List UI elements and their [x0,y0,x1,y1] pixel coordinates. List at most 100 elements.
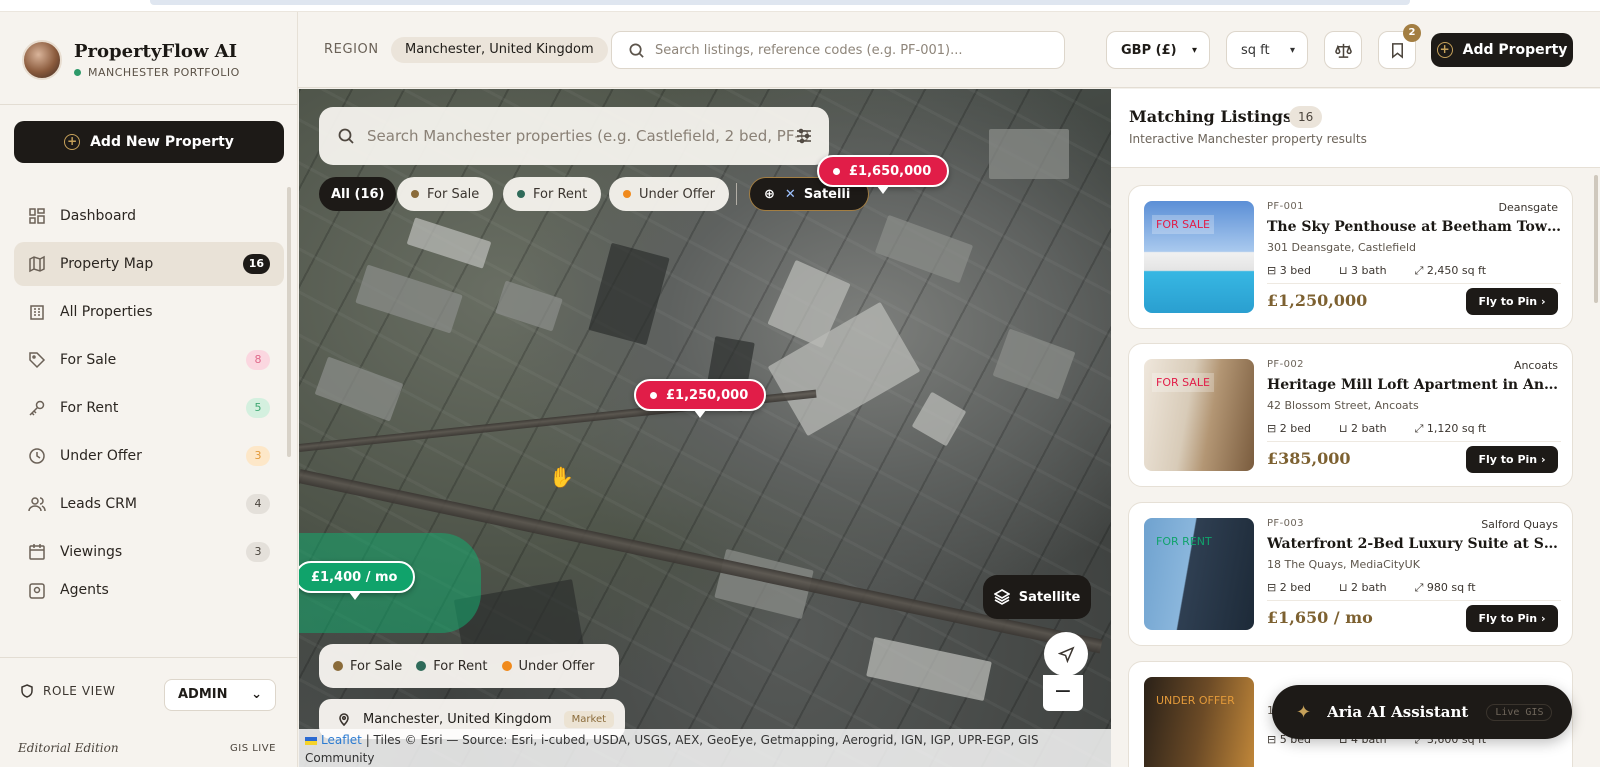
filter-sliders-icon[interactable] [795,127,813,145]
rent-dot-icon [517,190,525,198]
listing-address: 42 Blossom Street, Ancoats [1267,399,1419,412]
status-tag: FOR SALE [1152,215,1214,234]
sidebar-item-for-sale[interactable]: For Sale 8 [14,338,284,382]
map-pin-price[interactable]: £1,650,000 [817,155,950,194]
add-property-button[interactable]: + Add Property [1431,33,1573,67]
locate-me-button[interactable] [1044,632,1088,676]
map-icon [28,255,46,273]
filter-chip-all[interactable]: All (16) [319,177,397,211]
listing-photo: FOR SALE [1144,201,1254,313]
map-building [406,217,492,269]
map-pin-price[interactable]: £1,250,000 [634,379,767,418]
listing-address: 18 The Quays, MediaCityUK [1267,558,1420,571]
nav-badge: 4 [246,494,270,514]
sidebar-item-dashboard[interactable]: Dashboard [14,194,284,238]
listing-ref: PF-001 [1267,201,1304,212]
sidebar-item-property-map[interactable]: Property Map 16 [14,242,284,286]
sparkle-icon: ✦ [1296,701,1312,723]
satellite-icon: ✕ [784,186,796,202]
bed-icon: ⊟ 2 bed [1267,422,1311,435]
listing-search-input[interactable]: Search listings, reference codes (e.g. P… [611,31,1065,69]
status-dot-icon [74,69,81,76]
filter-chip-under-offer[interactable]: Under Offer [609,177,730,211]
map-building [874,214,974,284]
layers-icon [993,589,1010,605]
listing-title: The Sky Penthouse at Beetham Tower [1267,219,1563,235]
sale-dot-icon [333,661,343,671]
zoom-out-button[interactable]: − [1043,675,1083,711]
map-building [355,264,463,334]
gis-status: GIS LIVE [230,743,276,754]
compare-button[interactable] [1324,31,1362,69]
listing-card[interactable]: FOR SALE PF-001 Deansgate The Sky Pentho… [1128,185,1573,329]
search-icon [338,128,354,144]
offer-dot-icon [501,661,512,671]
saved-button[interactable]: 2 [1378,24,1421,69]
sidebar-item-leads-crm[interactable]: Leads CRM 4 [14,482,284,526]
status-tag: FOR SALE [1152,373,1214,392]
size-icon: ⤢ 980 sq ft [1414,581,1476,594]
filter-chip-for-rent[interactable]: For Rent [503,177,602,211]
leaflet-link[interactable]: Leaflet [321,733,362,747]
nav-badge: 3 [246,542,270,562]
offer-dot-icon [623,190,631,198]
brand-name: PropertyFlow AI [74,41,238,62]
sidebar-nav: Dashboard Property Map 16 All Properties… [14,194,284,604]
listings-header: Matching Listings 16 Interactive Manches… [1111,89,1600,168]
sidebar-item-agents[interactable]: Agents [14,578,284,600]
chevron-down-icon: ⌄ [251,687,262,702]
listing-price: £385,000 [1267,449,1351,468]
fly-to-pin-button[interactable]: Fly to Pin › [1466,288,1558,315]
clock-icon [28,447,46,465]
filter-chip-for-sale[interactable]: For Sale [397,177,494,211]
bath-icon: ⊔ 2 bath [1338,581,1387,594]
currency-select[interactable]: GBP (£) ▾ [1106,31,1210,69]
hand-cursor-icon: ✋ [549,465,574,489]
map-attribution: Leaflet | Tiles © Esri — Source: Esri, i… [299,729,1111,767]
status-tag: FOR RENT [1156,535,1212,548]
navigation-arrow-icon [1057,645,1075,663]
bed-icon: ⊟ 2 bed [1267,581,1311,594]
map-pin-price[interactable]: £1,400 / mo [299,561,416,600]
bath-icon: ⊔ 2 bath [1338,422,1387,435]
sidebar-scrollbar[interactable] [287,187,291,457]
role-view-label: ROLE VIEW [20,684,115,698]
unit-select[interactable]: sq ft ▾ [1226,31,1308,69]
role-select[interactable]: ADMIN ⌄ [164,679,276,711]
listings-scrollbar[interactable] [1594,175,1598,303]
divider [736,183,737,205]
sidebar-item-under-offer[interactable]: Under Offer 3 [14,434,284,478]
listings-subtitle: Interactive Manchester property results [1129,132,1367,146]
bed-icon: ⊟ 3 bed [1267,264,1311,277]
property-map[interactable]: Search Manchester properties (e.g. Castl… [299,89,1111,767]
listing-title: Heritage Mill Loft Apartment in Ancoats [1267,377,1563,393]
add-new-property-button[interactable]: + Add New Property [14,121,284,163]
calendar-icon [28,543,46,561]
sidebar-item-for-rent[interactable]: For Rent 5 [14,386,284,430]
region-label: REGION [324,42,379,57]
layer-toggle-button[interactable]: Satellite [983,575,1091,619]
sidebar-item-viewings[interactable]: Viewings 3 [14,530,284,574]
divider [1267,600,1561,601]
ai-assistant-button[interactable]: ✦ Aria AI Assistant Live GIS [1272,685,1572,739]
users-icon [28,495,46,513]
globe-icon: ⊕ [764,186,775,202]
plus-circle-icon: + [1436,42,1453,58]
listing-photo: FOR RENT [1144,518,1254,630]
listing-price: £1,650 / mo [1267,608,1373,627]
sidebar: PropertyFlow AI MANCHESTER PORTFOLIO + A… [0,12,298,767]
map-legend: For Sale For Rent Under Offer [319,644,619,688]
sidebar-item-all-properties[interactable]: All Properties [14,290,284,334]
map-search-input[interactable]: Search Manchester properties (e.g. Castl… [319,107,829,165]
divider [0,104,298,105]
brand[interactable]: PropertyFlow AI MANCHESTER PORTFOLIO [22,40,240,80]
bath-icon: ⊔ 3 bath [1338,264,1387,277]
listing-card[interactable]: FOR SALE PF-002 Ancoats Heritage Mill Lo… [1128,343,1573,487]
listing-card[interactable]: FOR RENT PF-003 Salford Quays Waterfront… [1128,502,1573,646]
listing-ref: PF-003 [1267,518,1304,529]
fly-to-pin-button[interactable]: Fly to Pin › [1466,605,1558,632]
nav-badge: 16 [242,254,270,274]
fly-to-pin-button[interactable]: Fly to Pin › [1466,446,1558,473]
region-selector[interactable]: Manchester, United Kingdom [391,37,608,63]
listing-specs: ⊟ 3 bed ⊔ 3 bath ⤢ 2,450 sq ft [1267,264,1514,278]
